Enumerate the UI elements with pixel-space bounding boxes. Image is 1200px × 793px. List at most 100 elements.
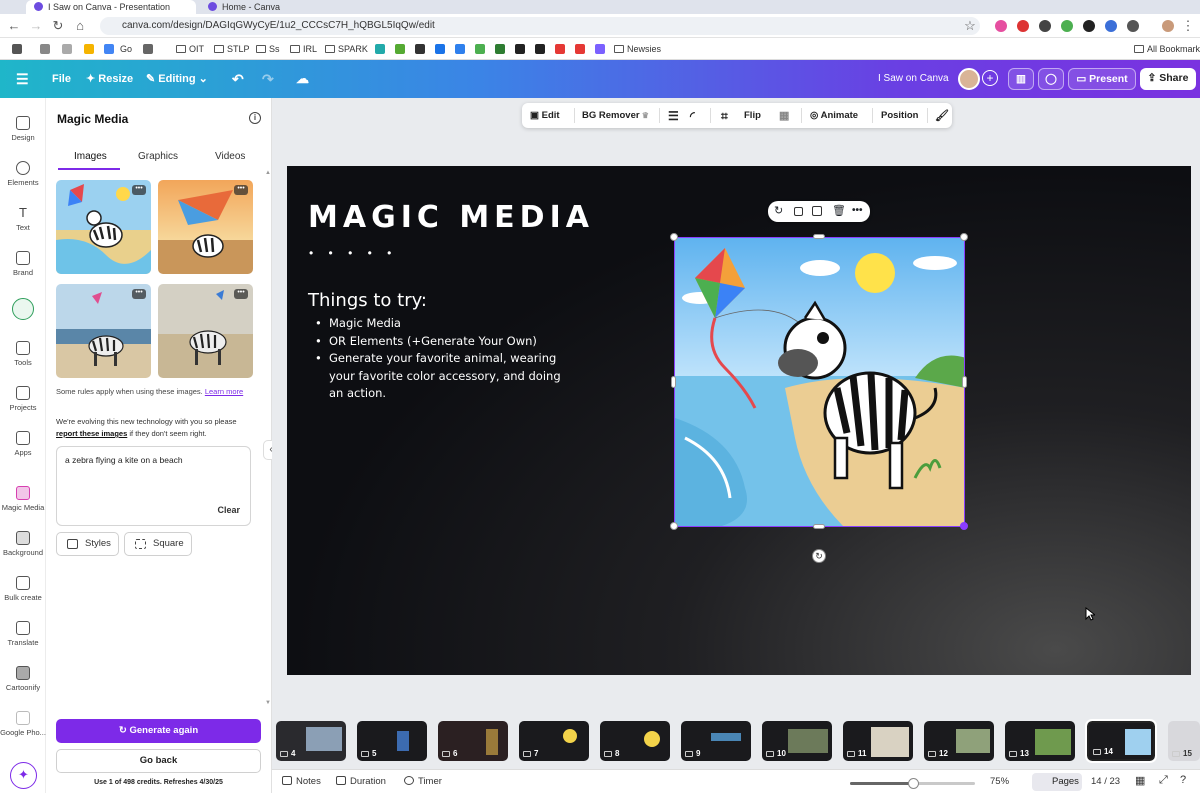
page-thumbnail[interactable]: 15 xyxy=(1168,721,1200,761)
undo-icon[interactable]: ↶ xyxy=(232,70,244,88)
apps-grid-icon[interactable] xyxy=(12,44,22,54)
page-thumbnail[interactable]: 5 xyxy=(357,721,427,761)
resize-handle-right[interactable] xyxy=(962,376,967,388)
zoom-level[interactable]: 75% xyxy=(990,776,1009,787)
lock-icon[interactable] xyxy=(794,207,803,216)
page-thumbnail[interactable]: 10 xyxy=(762,721,832,761)
page-thumbnail[interactable]: 6 xyxy=(438,721,508,761)
bookmark-folder-stlp[interactable]: STLP xyxy=(214,42,250,56)
resize-handle-top-right[interactable] xyxy=(960,233,968,241)
regenerate-icon[interactable]: ↻ xyxy=(774,205,786,217)
page-thumbnail[interactable]: 7 xyxy=(519,721,589,761)
bookmark-icon[interactable] xyxy=(40,44,50,54)
reload-icon[interactable]: ↻ xyxy=(50,18,66,34)
bookmark-icon[interactable] xyxy=(375,44,385,54)
page-thumbnail[interactable]: 9 xyxy=(681,721,751,761)
bookmark-folder-oit[interactable]: OIT xyxy=(176,42,204,56)
fullscreen-icon[interactable]: ⤢ xyxy=(1159,774,1168,787)
extension-icon[interactable] xyxy=(995,20,1007,32)
bookmark-icon[interactable] xyxy=(84,44,94,54)
youtube-icon[interactable] xyxy=(575,44,585,54)
transparency-icon[interactable]: ▦ xyxy=(779,108,789,124)
google-icon[interactable] xyxy=(104,44,114,54)
more-options-icon[interactable]: ••• xyxy=(132,289,146,299)
aspect-ratio-button[interactable]: Square xyxy=(124,532,192,556)
crop-icon[interactable]: ⌗ xyxy=(721,108,728,124)
tab-images[interactable]: Images xyxy=(74,151,107,162)
extension-icon[interactable] xyxy=(1061,20,1073,32)
more-options-icon[interactable]: ••• xyxy=(132,185,146,195)
bookmark-icon[interactable] xyxy=(495,44,505,54)
rail-item-apps[interactable]: Apps xyxy=(0,427,46,469)
home-icon[interactable]: ⌂ xyxy=(72,18,88,34)
comment-icon[interactable]: ◯ xyxy=(1038,68,1064,90)
bookmark-folder-ss[interactable]: Ss xyxy=(256,42,280,56)
border-style-icon[interactable]: ☰ xyxy=(668,108,679,124)
resize-handle-left[interactable] xyxy=(671,376,676,388)
forward-icon[interactable]: → xyxy=(28,18,44,34)
styles-button[interactable]: Styles xyxy=(56,532,119,556)
profile-avatar[interactable] xyxy=(1162,20,1174,32)
insights-chart-icon[interactable]: ▥ xyxy=(1008,68,1034,90)
clear-button[interactable]: Clear xyxy=(217,505,240,515)
flip-button[interactable]: Flip xyxy=(744,108,761,124)
duration-button[interactable]: Duration xyxy=(336,776,386,787)
slide-title[interactable]: MAGIC MEDIA xyxy=(308,200,594,235)
animate-button[interactable]: ◎ Animate xyxy=(810,108,858,124)
rail-item-uploads[interactable] xyxy=(0,294,46,336)
more-options-icon[interactable]: ••• xyxy=(234,289,248,299)
editing-mode-button[interactable]: ✎ Editing ⌄ xyxy=(146,70,208,88)
trash-icon[interactable]: 🗑︎ xyxy=(832,205,846,217)
back-icon[interactable]: ← xyxy=(6,18,22,34)
grid-view-icon[interactable]: ▦ xyxy=(1135,774,1145,787)
selected-image[interactable] xyxy=(674,237,965,527)
info-icon[interactable]: i xyxy=(249,112,261,124)
rail-item-background[interactable]: Background xyxy=(0,527,46,569)
bookmark-icon[interactable] xyxy=(475,44,485,54)
page-thumbnail[interactable]: 4 xyxy=(276,721,346,761)
bookmark-folder-spark[interactable]: SPARK xyxy=(325,42,368,56)
page-thumbnail[interactable]: 13 xyxy=(1005,721,1075,761)
notes-button[interactable]: Notes xyxy=(282,776,321,787)
browser-tab-home[interactable]: Home - Canva xyxy=(200,0,350,14)
resize-handle-top-left[interactable] xyxy=(670,233,678,241)
extension-icon[interactable] xyxy=(1039,20,1051,32)
bookmark-folder-newsies[interactable]: Newsies xyxy=(614,42,661,56)
report-images-link[interactable]: report these images xyxy=(56,429,127,438)
rail-item-google-photos[interactable]: Google Pho... xyxy=(0,707,46,749)
generated-image-1[interactable]: ••• xyxy=(56,180,151,274)
rail-item-magic-media[interactable]: Magic Media xyxy=(0,482,46,524)
rail-item-elements[interactable]: Elements xyxy=(0,157,46,199)
help-icon[interactable]: ? xyxy=(1180,774,1186,786)
duplicate-icon[interactable] xyxy=(812,206,822,216)
resize-button[interactable]: ✦ Resize xyxy=(86,70,133,88)
rail-item-text[interactable]: T Text xyxy=(0,202,46,244)
share-button[interactable]: ⇪ Share xyxy=(1140,68,1196,90)
slide-bullet-list[interactable]: Magic Media OR Elements (+Generate Your … xyxy=(315,315,575,403)
bookmark-icon[interactable] xyxy=(62,44,72,54)
timer-button[interactable]: Timer xyxy=(404,776,442,787)
bookmark-icon[interactable] xyxy=(435,44,445,54)
menu-icon[interactable]: ☰ xyxy=(16,70,29,88)
panel-scrollbar[interactable]: ▲ ▼ xyxy=(265,170,271,706)
all-bookmarks[interactable]: All Bookmarks xyxy=(1134,42,1200,56)
rail-item-projects[interactable]: Projects xyxy=(0,382,46,424)
generated-image-3[interactable]: ••• xyxy=(56,284,151,378)
resize-handle-bottom-left[interactable] xyxy=(670,522,678,530)
avatar[interactable] xyxy=(958,68,980,90)
more-options-icon[interactable]: ••• xyxy=(234,185,248,195)
rail-item-bulk-create[interactable]: Bulk create xyxy=(0,572,46,614)
bookmark-folder-irl[interactable]: IRL xyxy=(290,42,317,56)
page-thumbnail[interactable]: 11 xyxy=(843,721,913,761)
pages-button[interactable]: Pages xyxy=(1032,773,1082,791)
extension-icon[interactable] xyxy=(1017,20,1029,32)
edit-image-button[interactable]: ▣ Edit xyxy=(530,108,560,124)
redo-icon[interactable]: ↷ xyxy=(262,70,274,88)
tab-videos[interactable]: Videos xyxy=(215,151,245,162)
page-thumbnail[interactable]: 12 xyxy=(924,721,994,761)
go-back-button[interactable]: Go back xyxy=(56,749,261,773)
bookmark-icon[interactable] xyxy=(455,44,465,54)
bookmark-icon[interactable] xyxy=(515,44,525,54)
browser-tab-presentation[interactable]: I Saw on Canva - Presentation xyxy=(26,0,196,14)
more-options-icon[interactable]: ••• xyxy=(852,205,864,217)
